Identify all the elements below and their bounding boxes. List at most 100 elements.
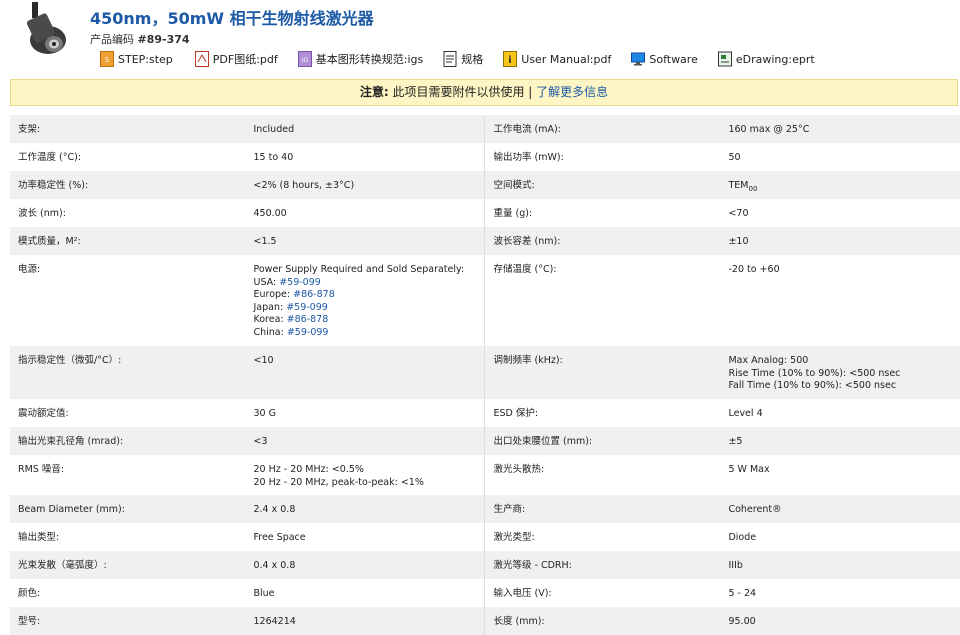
spec-value: -20 to +60 [720, 255, 960, 346]
spec-row: 功率稳定性 (%): <2% (8 hours, ±3°C) 空间模式: TEM00 [10, 171, 960, 199]
spec-value-line: Coherent® [728, 504, 782, 515]
spec-value: 160 max @ 25°C [720, 115, 960, 143]
spec-label: 模式质量，M²: [10, 227, 246, 255]
accessory-part-link[interactable]: #59-099 [279, 277, 321, 288]
spec-label: RMS 噪音: [18, 464, 65, 475]
spec-value: 30 G [245, 399, 486, 427]
spec-value-line: Max Analog: 500 [728, 355, 809, 366]
igs-file-link[interactable]: IG 基本图形转换规范:igs [297, 51, 423, 67]
step-file-link[interactable]: S STEP:step [100, 51, 173, 67]
file-label: PDF图纸:pdf [212, 53, 278, 66]
spec-value: <1.5 [245, 227, 486, 255]
spec-label: 出口处束腰位置 (mm): [484, 427, 721, 455]
software-monitor-icon [631, 52, 646, 66]
edrawing-file-link[interactable]: eDrawing:eprt [717, 51, 815, 67]
file-label: 规格 [461, 53, 484, 66]
page-title: 450nm，50mW 相干生物射线激光器 [90, 9, 374, 28]
spec-label: 输出功率 (mW): [493, 152, 564, 163]
svg-text:S: S [105, 56, 110, 64]
manual-file-link[interactable]: i User Manual:pdf [503, 51, 611, 67]
file-links-bar: S STEP:step PDF图纸:pdf IG 基本图形转换规范:igs 规格… [100, 51, 835, 67]
spec-row: 型号: 1264214 长度 (mm): 95.00 [10, 607, 960, 635]
spec-label: 输出光束孔径角 (mrad): [10, 427, 246, 455]
spec-label: 激光类型: [493, 532, 535, 543]
spec-row: 指示稳定性（微弧/°C）: <10 调制频率 (kHz): Max Analog: 5… [10, 346, 960, 399]
spec-row: 波长 (nm): 450.00 重量 (g): <70 [10, 199, 960, 227]
file-label: STEP:step [118, 52, 173, 66]
spec-value: 50 [720, 143, 960, 171]
spec-value-line: 5 W Max [728, 464, 770, 475]
spec-value-line: <2% (8 hours, ±3°C) [253, 180, 355, 191]
spec-value-line: Power Supply Required and Sold Separatel… [253, 264, 465, 275]
spec-value: Power Supply Required and Sold Separatel… [245, 255, 486, 346]
spec-value: 1264214 [245, 607, 486, 635]
spec-label: 波长 (nm): [18, 208, 66, 219]
spec-document-link[interactable]: 规格 [443, 51, 483, 67]
spec-label: 输入电压 (V): [493, 588, 552, 599]
pdf-file-icon [194, 51, 209, 67]
spec-label: 电源: [18, 264, 41, 275]
spec-value: 0.4 x 0.8 [245, 551, 486, 579]
spec-value-line: Included [253, 124, 295, 135]
spec-value-line: TEM00 [728, 180, 758, 193]
spec-value-line: <1.5 [253, 236, 277, 247]
notice-text: 此项目需要附件以供使用 | [388, 85, 537, 99]
laser-product-image [26, 2, 66, 54]
spec-value-line: 95.00 [728, 616, 756, 627]
spec-value: 450.00 [245, 199, 486, 227]
spec-value: Free Space [245, 523, 486, 551]
pdf-file-link[interactable]: PDF图纸:pdf [194, 51, 278, 67]
file-label: Software [649, 52, 698, 66]
spec-value: Max Analog: 500 Rise Time (10% to 90%): <… [720, 346, 960, 399]
software-link[interactable]: Software [631, 51, 698, 67]
spec-value-line: Japan: #59-099 [253, 301, 328, 313]
spec-label: 激光等级 - CDRH: [484, 551, 721, 579]
spec-value: TEM00 [720, 171, 960, 199]
spec-label: 型号: [10, 607, 246, 635]
spec-value: ±5 [720, 427, 960, 455]
spec-label: 生产商: [484, 495, 721, 523]
accessory-part-link[interactable]: #59-099 [287, 327, 329, 338]
spec-value: Included [245, 115, 486, 143]
product-code: 产品编码 #89-374 [90, 31, 190, 47]
spec-label: 光束发散（毫弧度）: [10, 551, 246, 579]
spec-label: 支架: [10, 115, 246, 143]
spec-value-line: Fall Time (10% to 90%): <500 nsec [728, 380, 897, 391]
spec-value-line: <3 [253, 436, 268, 447]
spec-label: ESD 保护: [493, 408, 539, 419]
spec-value-line: 450.00 [253, 208, 287, 219]
spec-value-line: Blue [253, 588, 275, 599]
igs-file-icon: IG [297, 51, 312, 67]
accessory-part-link[interactable]: #59-099 [286, 302, 328, 313]
spec-value: ±10 [720, 227, 960, 255]
spec-row: 电源: Power Supply Required and Sold Separa… [10, 255, 960, 346]
spec-value-line: 15 to 40 [253, 152, 294, 163]
spec-value-line: 1264214 [253, 616, 296, 627]
spec-value: 20 Hz - 20 MHz: <0.5% 20 Hz - 20 MHz, pea… [245, 455, 486, 495]
spec-value: 95.00 [720, 607, 960, 635]
spec-row: 工作温度 (°C): 15 to 40 输出功率 (mW): 50 [10, 143, 960, 171]
accessory-part-link[interactable]: #86-878 [287, 314, 329, 325]
accessory-part-link[interactable]: #86-878 [293, 289, 335, 300]
spec-label: 震动额定值: [18, 408, 69, 419]
svg-text:IG: IG [302, 57, 309, 64]
spec-label: 输出类型: [18, 532, 60, 543]
spec-row: 光束发散（毫弧度）: 0.4 x 0.8 激光等级 - CDRH: IIIb [10, 551, 960, 579]
notice-prefix: 注意: [359, 85, 389, 99]
spec-value: 2.4 x 0.8 [245, 495, 486, 523]
spec-value: <10 [245, 346, 486, 399]
spec-value-line: 160 max @ 25°C [728, 124, 810, 135]
spec-value: Level 4 [720, 399, 960, 427]
spec-label: 功率稳定性 (%): [10, 171, 246, 199]
spec-label: 工作电流 (mA): [484, 115, 721, 143]
learn-more-link[interactable]: 了解更多信息 [536, 85, 608, 99]
svg-text:i: i [509, 55, 512, 66]
spec-label: 空间模式: [484, 171, 721, 199]
spec-value: Diode [720, 523, 960, 551]
spec-value-line: Level 4 [728, 408, 763, 419]
spec-value-line: 5 - 24 [728, 588, 757, 599]
spec-value-line: ±10 [728, 236, 749, 247]
spec-value-line: USA: #59-099 [253, 276, 321, 288]
spec-value-line: 20 Hz - 20 MHz, peak-to-peak: <1% [253, 476, 424, 488]
spec-value: 5 W Max [720, 455, 960, 495]
